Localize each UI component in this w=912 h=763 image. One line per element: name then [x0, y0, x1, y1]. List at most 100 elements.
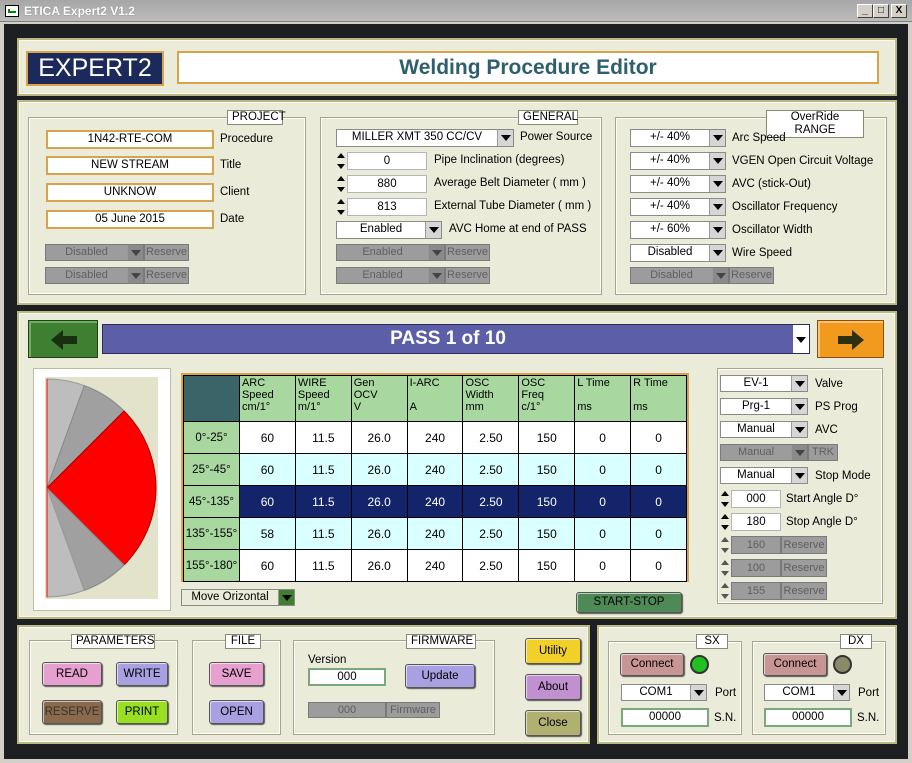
avc-override-select[interactable]: +/- 40%	[630, 175, 726, 193]
belt-diameter-spinner[interactable]	[336, 175, 346, 193]
chevron-down-icon[interactable]	[791, 399, 807, 414]
table-cell[interactable]: 2.50	[462, 485, 520, 518]
power-source-select[interactable]: MILLER XMT 350 CC/CV	[336, 129, 514, 147]
table-cell[interactable]: 240	[406, 517, 464, 550]
date-input[interactable]: 05 June 2015	[46, 210, 214, 229]
table-cell[interactable]: 0	[630, 453, 687, 486]
update-button[interactable]: Update	[405, 664, 475, 688]
table-row[interactable]: 25°-45° 60 11.5 26.0 240 2.50 150 0 0	[183, 453, 687, 486]
read-button[interactable]: READ	[42, 662, 102, 686]
table-cell[interactable]: 2.50	[462, 421, 520, 454]
stop-angle-input[interactable]: 180	[731, 513, 781, 531]
table-cell[interactable]: 11.5	[294, 549, 352, 582]
table-cell[interactable]: 26.0	[350, 517, 408, 550]
chevron-down-icon[interactable]	[278, 590, 294, 605]
table-cell[interactable]: 26.0	[350, 453, 408, 486]
table-cell[interactable]: 0	[574, 549, 632, 582]
chevron-down-icon[interactable]	[690, 685, 706, 700]
table-cell[interactable]: 11.5	[294, 485, 352, 518]
table-cell[interactable]: 2.50	[462, 517, 520, 550]
table-cell[interactable]: 2.50	[462, 453, 520, 486]
about-button[interactable]: About	[525, 674, 581, 700]
start-angle-input[interactable]: 000	[731, 490, 781, 508]
sx-port-select[interactable]: COM1	[621, 684, 707, 701]
table-cell[interactable]: 150	[518, 421, 576, 454]
table-cell[interactable]: 11.5	[294, 517, 352, 550]
open-button[interactable]: OPEN	[209, 700, 264, 724]
start-angle-spinner[interactable]	[720, 490, 730, 508]
table-cell[interactable]: 240	[406, 549, 464, 582]
stop-mode-select[interactable]: Manual	[720, 467, 808, 484]
table-cell[interactable]: 11.5	[294, 453, 352, 486]
valve-select[interactable]: EV-1	[720, 375, 808, 392]
client-input[interactable]: UNKNOW	[46, 183, 214, 202]
table-cell[interactable]: 0	[630, 421, 687, 454]
tube-diameter-input[interactable]: 813	[347, 198, 427, 216]
close-button[interactable]: Close	[525, 710, 581, 736]
sx-connect-button[interactable]: Connect	[620, 653, 684, 676]
table-cell[interactable]: 60	[238, 453, 296, 486]
chevron-down-icon[interactable]	[709, 199, 725, 215]
table-cell[interactable]: 2.50	[462, 549, 520, 582]
osc-width-override-select[interactable]: +/- 60%	[630, 221, 726, 239]
table-cell[interactable]: 26.0	[350, 485, 408, 518]
ps-prog-select[interactable]: Prg-1	[720, 398, 808, 415]
chevron-down-icon[interactable]	[709, 245, 725, 261]
table-cell[interactable]: 26.0	[350, 549, 408, 582]
chevron-down-icon[interactable]	[791, 422, 807, 437]
chevron-down-icon[interactable]	[709, 130, 725, 146]
write-button[interactable]: WRITE	[116, 662, 168, 686]
table-cell[interactable]: 150	[518, 453, 576, 486]
stop-angle-spinner[interactable]	[720, 513, 730, 531]
close-window-button[interactable]: X	[891, 4, 907, 18]
table-row[interactable]: 0°-25° 60 11.5 26.0 240 2.50 150 0 0	[183, 421, 687, 454]
chevron-down-icon[interactable]	[833, 685, 849, 700]
table-row[interactable]: 155°-180° 60 11.5 26.0 240 2.50 150 0 0	[183, 549, 687, 582]
table-cell[interactable]: 240	[406, 421, 464, 454]
table-cell[interactable]: 0	[630, 517, 687, 550]
avc-home-select[interactable]: Enabled	[336, 221, 442, 239]
table-cell[interactable]: 60	[238, 485, 296, 518]
chevron-down-icon[interactable]	[793, 325, 809, 353]
table-row[interactable]: 45°-135° 60 11.5 26.0 240 2.50 150 0 0	[183, 485, 687, 518]
next-pass-button[interactable]	[817, 320, 884, 358]
table-cell[interactable]: 58	[238, 517, 296, 550]
avc-mode-select[interactable]: Manual	[720, 421, 808, 438]
table-cell[interactable]: 0	[574, 421, 632, 454]
start-stop-button[interactable]: START-STOP	[576, 592, 682, 613]
chevron-down-icon[interactable]	[791, 376, 807, 391]
belt-diameter-input[interactable]: 880	[347, 175, 427, 193]
table-cell[interactable]: 150	[518, 549, 576, 582]
pass-select[interactable]: PASS 1 of 10	[102, 324, 810, 354]
prev-pass-button[interactable]	[28, 320, 98, 358]
chevron-down-icon[interactable]	[709, 153, 725, 169]
maximize-button[interactable]: □	[873, 4, 889, 18]
procedure-input[interactable]: 1N42-RTE-COM	[46, 130, 214, 149]
chevron-down-icon[interactable]	[709, 222, 725, 238]
title-input[interactable]: NEW STREAM	[46, 156, 214, 175]
table-cell[interactable]: 150	[518, 485, 576, 518]
minimize-button[interactable]: _	[857, 4, 873, 18]
table-cell[interactable]: 240	[406, 453, 464, 486]
wire-speed-override-select[interactable]: Disabled	[630, 244, 726, 262]
dx-connect-button[interactable]: Connect	[763, 653, 827, 676]
pipe-inclination-input[interactable]: 0	[347, 152, 427, 170]
table-cell[interactable]: 60	[238, 421, 296, 454]
chevron-down-icon[interactable]	[425, 222, 441, 238]
print-button[interactable]: PRINT	[116, 700, 168, 724]
table-cell[interactable]: 0	[630, 485, 687, 518]
table-cell[interactable]: 0	[574, 453, 632, 486]
table-cell[interactable]: 240	[406, 485, 464, 518]
table-cell[interactable]: 0	[630, 549, 687, 582]
table-cell[interactable]: 150	[518, 517, 576, 550]
vgen-override-select[interactable]: +/- 40%	[630, 152, 726, 170]
chevron-down-icon[interactable]	[497, 130, 513, 146]
chevron-down-icon[interactable]	[709, 176, 725, 192]
table-row[interactable]: 135°-155° 58 11.5 26.0 240 2.50 150 0 0	[183, 517, 687, 550]
dx-port-select[interactable]: COM1	[764, 684, 850, 701]
table-cell[interactable]: 26.0	[350, 421, 408, 454]
table-cell[interactable]: 11.5	[294, 421, 352, 454]
move-mode-select[interactable]: Move Orizontal	[181, 589, 295, 606]
pipe-inclination-spinner[interactable]	[336, 152, 346, 170]
osc-freq-override-select[interactable]: +/- 40%	[630, 198, 726, 216]
